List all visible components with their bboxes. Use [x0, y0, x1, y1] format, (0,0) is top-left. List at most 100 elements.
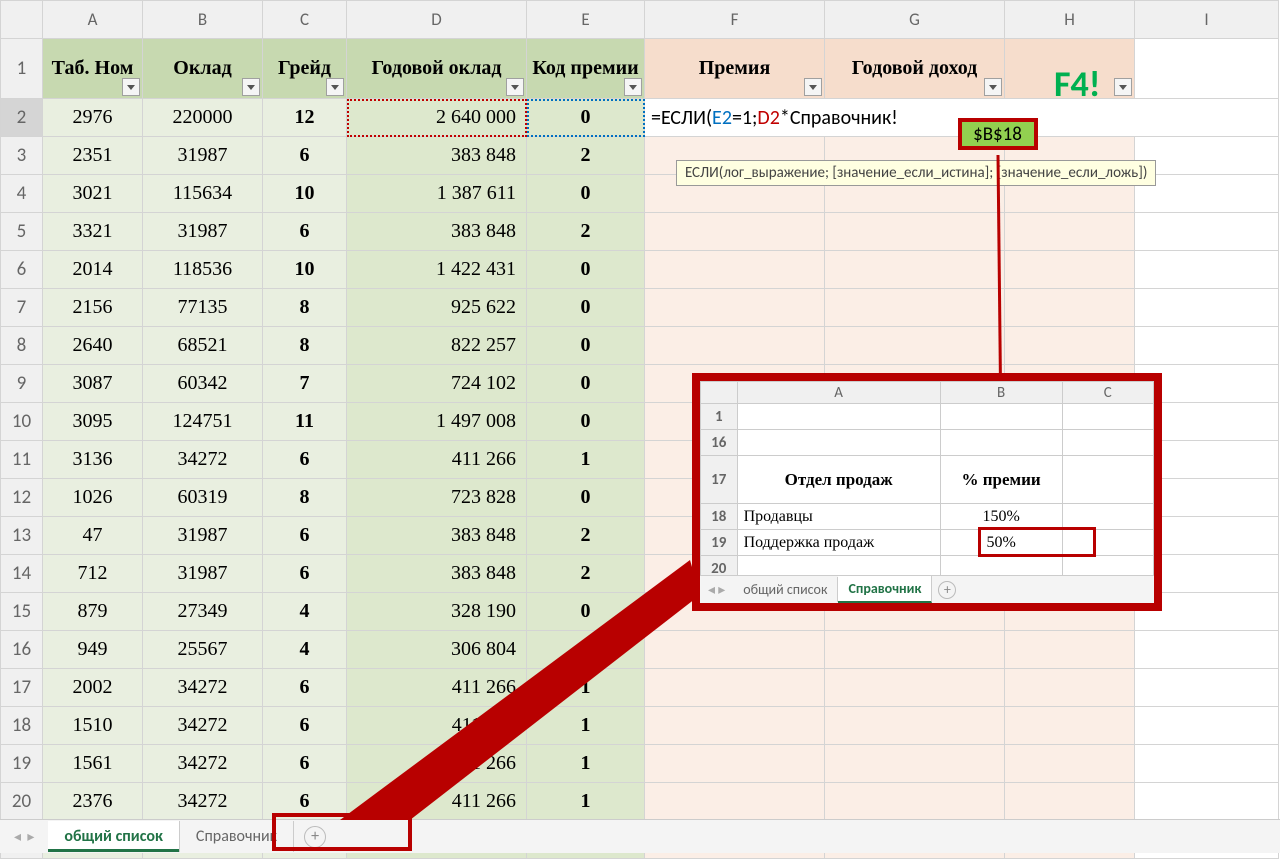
cell-E6[interactable]: 0	[527, 251, 645, 289]
cell-E5[interactable]: 2	[527, 213, 645, 251]
cell-H7[interactable]	[1005, 289, 1135, 327]
cell-I7[interactable]	[1135, 289, 1279, 327]
cell-B17[interactable]: 34272	[143, 669, 263, 707]
row-header-16[interactable]: 16	[1, 631, 43, 669]
cell-B15[interactable]: 27349	[143, 593, 263, 631]
cell-A14[interactable]: 712	[43, 555, 143, 593]
cell-C4[interactable]: 10	[263, 175, 347, 213]
col-header-b[interactable]: B	[143, 1, 263, 39]
cell-I17[interactable]	[1135, 669, 1279, 707]
cell-B8[interactable]: 68521	[143, 327, 263, 365]
header-bonus-code[interactable]: Код премии	[527, 39, 645, 99]
row-header-8[interactable]: 8	[1, 327, 43, 365]
cell-D8[interactable]: 822 257	[347, 327, 527, 365]
cell-E16[interactable]: 0	[527, 631, 645, 669]
cell-C11[interactable]: 6	[263, 441, 347, 479]
cell-C12[interactable]: 8	[263, 479, 347, 517]
cell-B2[interactable]: 220000	[143, 99, 263, 137]
cell-A12[interactable]: 1026	[43, 479, 143, 517]
cell-E11[interactable]: 1	[527, 441, 645, 479]
cell-G8[interactable]	[825, 327, 1005, 365]
tab-main-list[interactable]: общий список	[48, 821, 180, 852]
cell-I20[interactable]	[1135, 783, 1279, 821]
cell-F7[interactable]	[645, 289, 825, 327]
cell-I19[interactable]	[1135, 745, 1279, 783]
cell-B10[interactable]: 124751	[143, 403, 263, 441]
col-header-d[interactable]: D	[347, 1, 527, 39]
cell-E17[interactable]: 1	[527, 669, 645, 707]
cell-B3[interactable]: 31987	[143, 137, 263, 175]
cell-D7[interactable]: 925 622	[347, 289, 527, 327]
cell-D10[interactable]: 1 497 008	[347, 403, 527, 441]
cell-I8[interactable]	[1135, 327, 1279, 365]
cell-C14[interactable]: 6	[263, 555, 347, 593]
cell-A16[interactable]: 949	[43, 631, 143, 669]
cell-A2[interactable]: 2976	[43, 99, 143, 137]
cell-D16[interactable]: 306 804	[347, 631, 527, 669]
cell-D11[interactable]: 411 266	[347, 441, 527, 479]
cell-G16[interactable]	[825, 631, 1005, 669]
cell-D5[interactable]: 383 848	[347, 213, 527, 251]
cell-F18[interactable]	[645, 707, 825, 745]
cell-C17[interactable]: 6	[263, 669, 347, 707]
cell-I6[interactable]	[1135, 251, 1279, 289]
cell-F5[interactable]	[645, 213, 825, 251]
cell-D19[interactable]: 411 266	[347, 745, 527, 783]
cell-F20[interactable]	[645, 783, 825, 821]
cell-H6[interactable]	[1005, 251, 1135, 289]
cell-C9[interactable]: 7	[263, 365, 347, 403]
col-header-g[interactable]: G	[825, 1, 1005, 39]
col-header-i[interactable]: I	[1135, 1, 1279, 39]
cell-B13[interactable]: 31987	[143, 517, 263, 555]
cell-E19[interactable]: 1	[527, 745, 645, 783]
cell-E13[interactable]: 2	[527, 517, 645, 555]
header-oklad[interactable]: Оклад	[143, 39, 263, 99]
row-header-20[interactable]: 20	[1, 783, 43, 821]
cell-F19[interactable]	[645, 745, 825, 783]
cell-E8[interactable]: 0	[527, 327, 645, 365]
cell-D9[interactable]: 724 102	[347, 365, 527, 403]
header-year-income[interactable]: Годовой доход	[825, 39, 1005, 99]
cell-H19[interactable]	[1005, 745, 1135, 783]
row-header-10[interactable]: 10	[1, 403, 43, 441]
cell-I18[interactable]	[1135, 707, 1279, 745]
cell-C5[interactable]: 6	[263, 213, 347, 251]
cell-A15[interactable]: 879	[43, 593, 143, 631]
cell-A20[interactable]: 2376	[43, 783, 143, 821]
add-sheet-icon[interactable]: +	[938, 581, 956, 599]
row-header-18[interactable]: 18	[1, 707, 43, 745]
cell-A10[interactable]: 3095	[43, 403, 143, 441]
select-all-corner[interactable]	[1, 1, 43, 39]
cell-B9[interactable]: 60342	[143, 365, 263, 403]
cell-E20[interactable]: 1	[527, 783, 645, 821]
cell-F17[interactable]	[645, 669, 825, 707]
cell-F6[interactable]	[645, 251, 825, 289]
cell-F8[interactable]	[645, 327, 825, 365]
cell-H5[interactable]	[1005, 213, 1135, 251]
row-header-19[interactable]: 19	[1, 745, 43, 783]
cell-H20[interactable]	[1005, 783, 1135, 821]
cell-E9[interactable]: 0	[527, 365, 645, 403]
cell-C18[interactable]: 6	[263, 707, 347, 745]
cell-E15[interactable]: 0	[527, 593, 645, 631]
cell-D4[interactable]: 1 387 611	[347, 175, 527, 213]
row-header-11[interactable]: 11	[1, 441, 43, 479]
cell-D2[interactable]: 2 640 000	[347, 99, 527, 137]
row-header-5[interactable]: 5	[1, 213, 43, 251]
cell-G20[interactable]	[825, 783, 1005, 821]
header-tab-nom[interactable]: Таб. Ном	[43, 39, 143, 99]
cell-C15[interactable]: 4	[263, 593, 347, 631]
cell-i1[interactable]	[1135, 39, 1279, 99]
cell-E12[interactable]: 0	[527, 479, 645, 517]
cell-D17[interactable]: 411 266	[347, 669, 527, 707]
cell-B18[interactable]: 34272	[143, 707, 263, 745]
cell-B5[interactable]: 31987	[143, 213, 263, 251]
cell-G18[interactable]	[825, 707, 1005, 745]
cell-B4[interactable]: 115634	[143, 175, 263, 213]
row-header-2[interactable]: 2	[1, 99, 43, 137]
cell-A18[interactable]: 1510	[43, 707, 143, 745]
col-header-e[interactable]: E	[527, 1, 645, 39]
inset-tab-ref[interactable]: Справочник	[838, 576, 932, 603]
cell-H8[interactable]	[1005, 327, 1135, 365]
cell-D15[interactable]: 328 190	[347, 593, 527, 631]
